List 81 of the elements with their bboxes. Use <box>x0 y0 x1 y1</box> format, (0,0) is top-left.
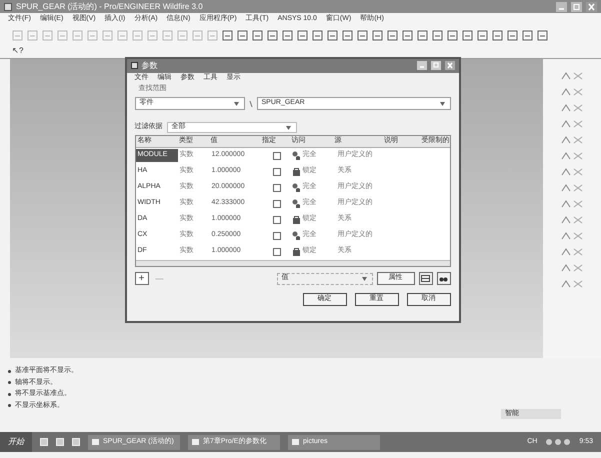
tool-icon[interactable] <box>561 263 583 273</box>
tool-icon[interactable] <box>561 135 583 145</box>
separator-icon <box>248 100 252 106</box>
dropdown-icon <box>232 100 240 106</box>
bullet-icon <box>8 381 11 384</box>
toolbar-icon[interactable] <box>492 30 503 40</box>
maximize-icon[interactable] <box>571 2 582 12</box>
horizontal-scrollbar[interactable] <box>136 260 450 266</box>
toolbar-icon[interactable] <box>462 30 473 40</box>
tool-icon[interactable] <box>561 231 583 241</box>
toolbar-icon[interactable] <box>537 30 548 40</box>
tool-icon[interactable] <box>561 87 583 97</box>
toolbar-icon[interactable] <box>507 30 518 40</box>
tool-icon[interactable] <box>561 103 583 113</box>
help-pointer[interactable]: ↖? <box>12 45 24 57</box>
toolbar-icon[interactable] <box>237 30 248 40</box>
person-icon <box>292 183 300 192</box>
person-icon <box>292 199 300 208</box>
find-button[interactable] <box>436 272 450 285</box>
close-icon[interactable] <box>586 2 597 12</box>
tool-icon[interactable] <box>561 199 583 209</box>
toolbar-icon[interactable] <box>372 30 383 40</box>
table-button[interactable] <box>418 272 432 285</box>
checkbox[interactable] <box>272 168 280 176</box>
tool-icon[interactable] <box>561 71 583 81</box>
start-button[interactable]: 开始 <box>0 432 32 452</box>
toolbar-icon[interactable] <box>342 30 353 40</box>
checkbox[interactable] <box>272 248 280 256</box>
person-icon <box>292 231 300 240</box>
tool-icon[interactable] <box>561 167 583 177</box>
lock-icon <box>292 215 300 224</box>
dropdown-icon <box>438 100 446 106</box>
bullet-icon <box>8 392 11 396</box>
dropdown-icon <box>284 124 292 130</box>
tool-icon[interactable] <box>561 151 583 161</box>
toolbar-icon[interactable] <box>432 30 443 40</box>
tool-icon[interactable] <box>561 215 583 225</box>
toolbar-icon[interactable] <box>447 30 458 40</box>
toolbar-icon[interactable] <box>267 30 278 40</box>
lock-icon <box>292 167 300 176</box>
toolbar-icon[interactable] <box>402 30 413 40</box>
person-icon <box>292 151 300 160</box>
toolbar-icon[interactable] <box>222 30 233 40</box>
toolbar-icon[interactable] <box>387 30 398 40</box>
checkbox[interactable] <box>272 152 280 160</box>
toolbar-icon[interactable] <box>312 30 323 40</box>
toolbar-icon[interactable] <box>252 30 263 40</box>
bullet-icon <box>8 370 11 373</box>
dialog-icon <box>130 62 138 69</box>
toolbar-icon[interactable] <box>327 30 338 40</box>
checkbox[interactable] <box>272 184 280 192</box>
tray-icon[interactable] <box>545 438 572 446</box>
maximize-icon[interactable] <box>430 61 440 70</box>
table-icon <box>421 275 430 282</box>
toolbar-icon[interactable] <box>282 30 293 40</box>
tool-icon[interactable] <box>561 119 583 129</box>
bullet-icon <box>8 404 11 408</box>
dialog-title: 参数 <box>142 60 158 72</box>
toolbar-icon[interactable] <box>357 30 368 40</box>
tool-icon[interactable] <box>561 279 583 289</box>
checkbox[interactable] <box>272 216 280 224</box>
binoculars-icon <box>439 275 448 282</box>
checkbox[interactable] <box>272 232 280 240</box>
toolbar-icon[interactable] <box>522 30 533 40</box>
toolbar-icon[interactable] <box>477 30 488 40</box>
window-icon <box>192 439 199 445</box>
toolbar-icon[interactable] <box>417 30 428 40</box>
close-icon[interactable] <box>444 61 454 70</box>
minimize-icon[interactable] <box>416 61 426 70</box>
minimize-icon[interactable] <box>556 2 567 12</box>
tool-icon[interactable] <box>561 183 583 193</box>
lock-icon <box>292 247 300 256</box>
dropdown-icon <box>360 276 368 282</box>
toolbar-icon[interactable] <box>297 30 308 40</box>
window-icon <box>292 439 299 445</box>
tool-icon[interactable] <box>561 247 583 257</box>
window-title: SPUR_GEAR (活动的) - Pro/ENGINEER Wildfire 3.0 <box>16 0 203 12</box>
add-button[interactable]: + <box>134 272 148 285</box>
window-icon <box>92 439 99 445</box>
app-icon <box>4 2 12 10</box>
checkbox[interactable] <box>272 200 280 208</box>
